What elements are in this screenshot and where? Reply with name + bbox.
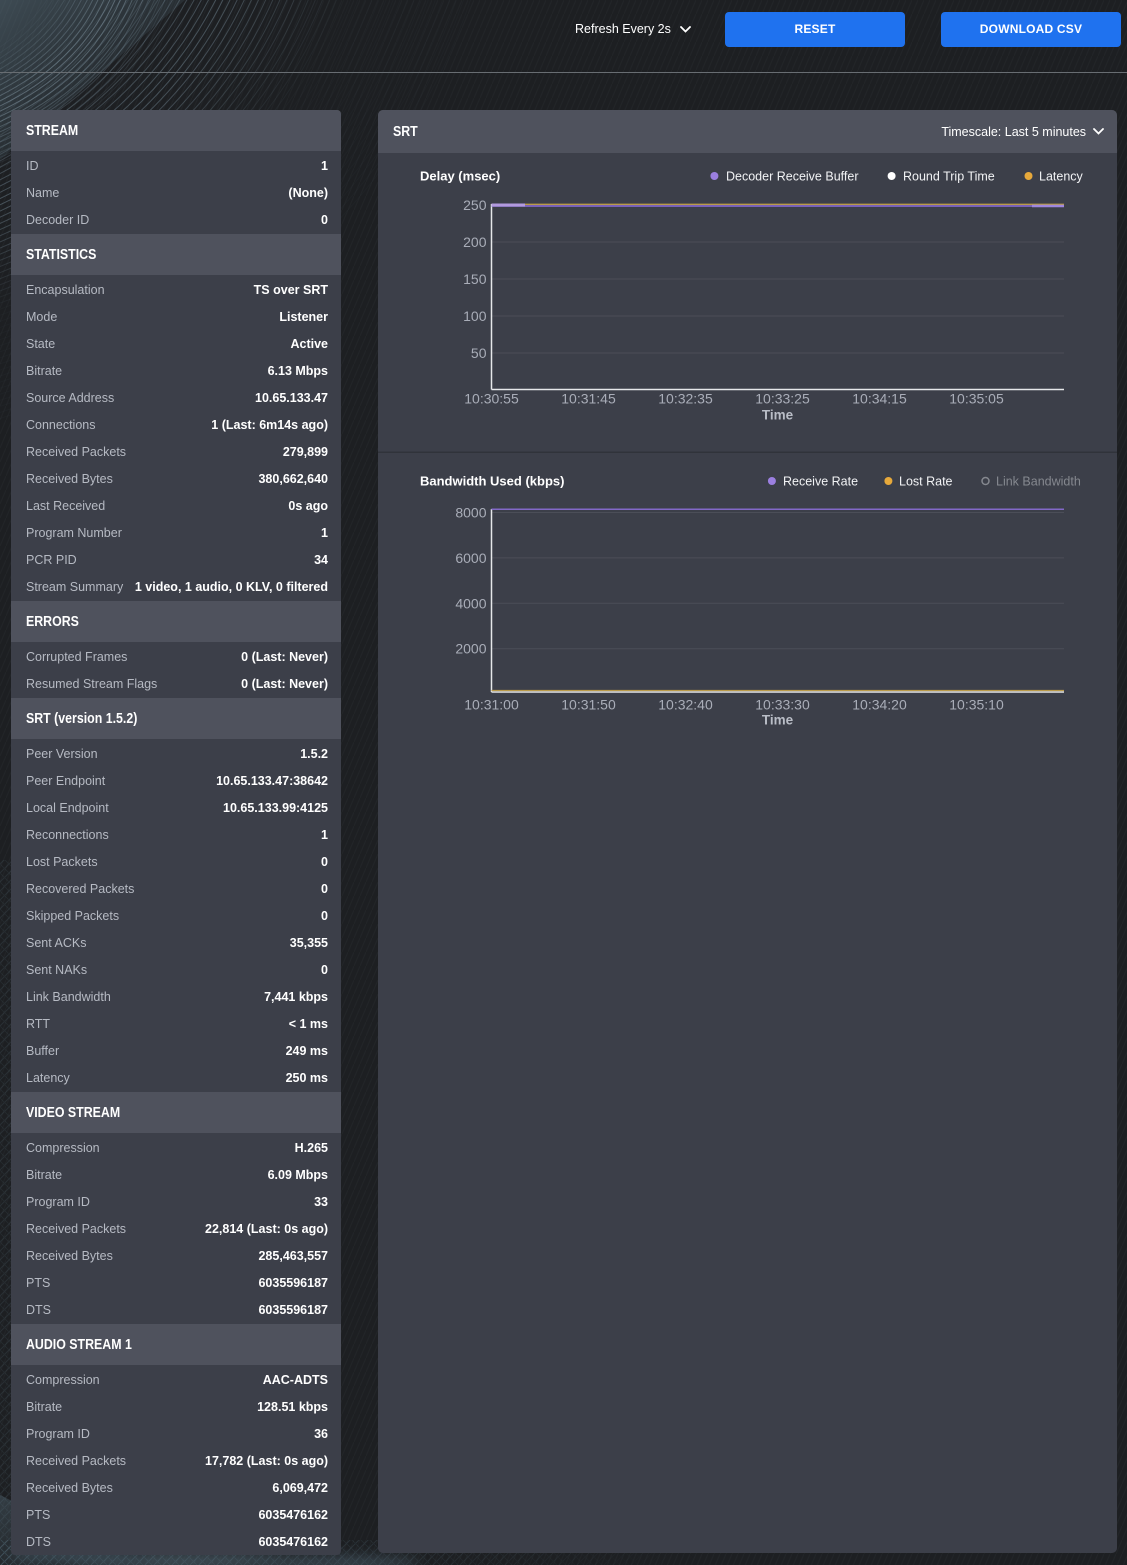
svg-text:Time: Time bbox=[762, 713, 794, 728]
svg-text:8000: 8000 bbox=[455, 505, 486, 521]
svg-text:100: 100 bbox=[463, 308, 487, 324]
svg-text:2000: 2000 bbox=[455, 641, 486, 657]
svg-text:Decoder Receive Buffer: Decoder Receive Buffer bbox=[726, 170, 858, 184]
svg-text:Latency: Latency bbox=[1039, 170, 1084, 184]
svg-text:10:35:10: 10:35:10 bbox=[949, 697, 1004, 713]
svg-text:10:32:35: 10:32:35 bbox=[658, 391, 713, 407]
svg-text:6000: 6000 bbox=[455, 550, 486, 566]
svg-text:10:32:40: 10:32:40 bbox=[658, 697, 713, 713]
svg-text:50: 50 bbox=[471, 345, 487, 361]
svg-text:Bandwidth Used (kbps): Bandwidth Used (kbps) bbox=[420, 474, 564, 489]
svg-text:10:31:45: 10:31:45 bbox=[561, 391, 616, 407]
svg-text:10:33:25: 10:33:25 bbox=[755, 391, 810, 407]
svg-text:10:31:00: 10:31:00 bbox=[464, 697, 519, 713]
svg-text:Link Bandwidth: Link Bandwidth bbox=[996, 475, 1081, 489]
svg-text:200: 200 bbox=[463, 234, 487, 250]
svg-text:10:34:20: 10:34:20 bbox=[852, 697, 907, 713]
svg-text:Round Trip Time: Round Trip Time bbox=[903, 170, 995, 184]
svg-text:Delay (msec): Delay (msec) bbox=[420, 169, 500, 184]
svg-text:Receive Rate: Receive Rate bbox=[783, 475, 858, 489]
svg-text:10:33:30: 10:33:30 bbox=[755, 697, 810, 713]
svg-text:150: 150 bbox=[463, 271, 487, 287]
svg-text:10:30:55: 10:30:55 bbox=[464, 391, 519, 407]
svg-text:4000: 4000 bbox=[455, 595, 486, 611]
svg-text:Time: Time bbox=[762, 408, 794, 423]
svg-text:10:31:50: 10:31:50 bbox=[561, 697, 616, 713]
svg-text:Lost Rate: Lost Rate bbox=[899, 475, 953, 489]
svg-text:10:34:15: 10:34:15 bbox=[852, 391, 907, 407]
svg-text:10:35:05: 10:35:05 bbox=[949, 391, 1004, 407]
svg-text:250: 250 bbox=[463, 197, 487, 213]
